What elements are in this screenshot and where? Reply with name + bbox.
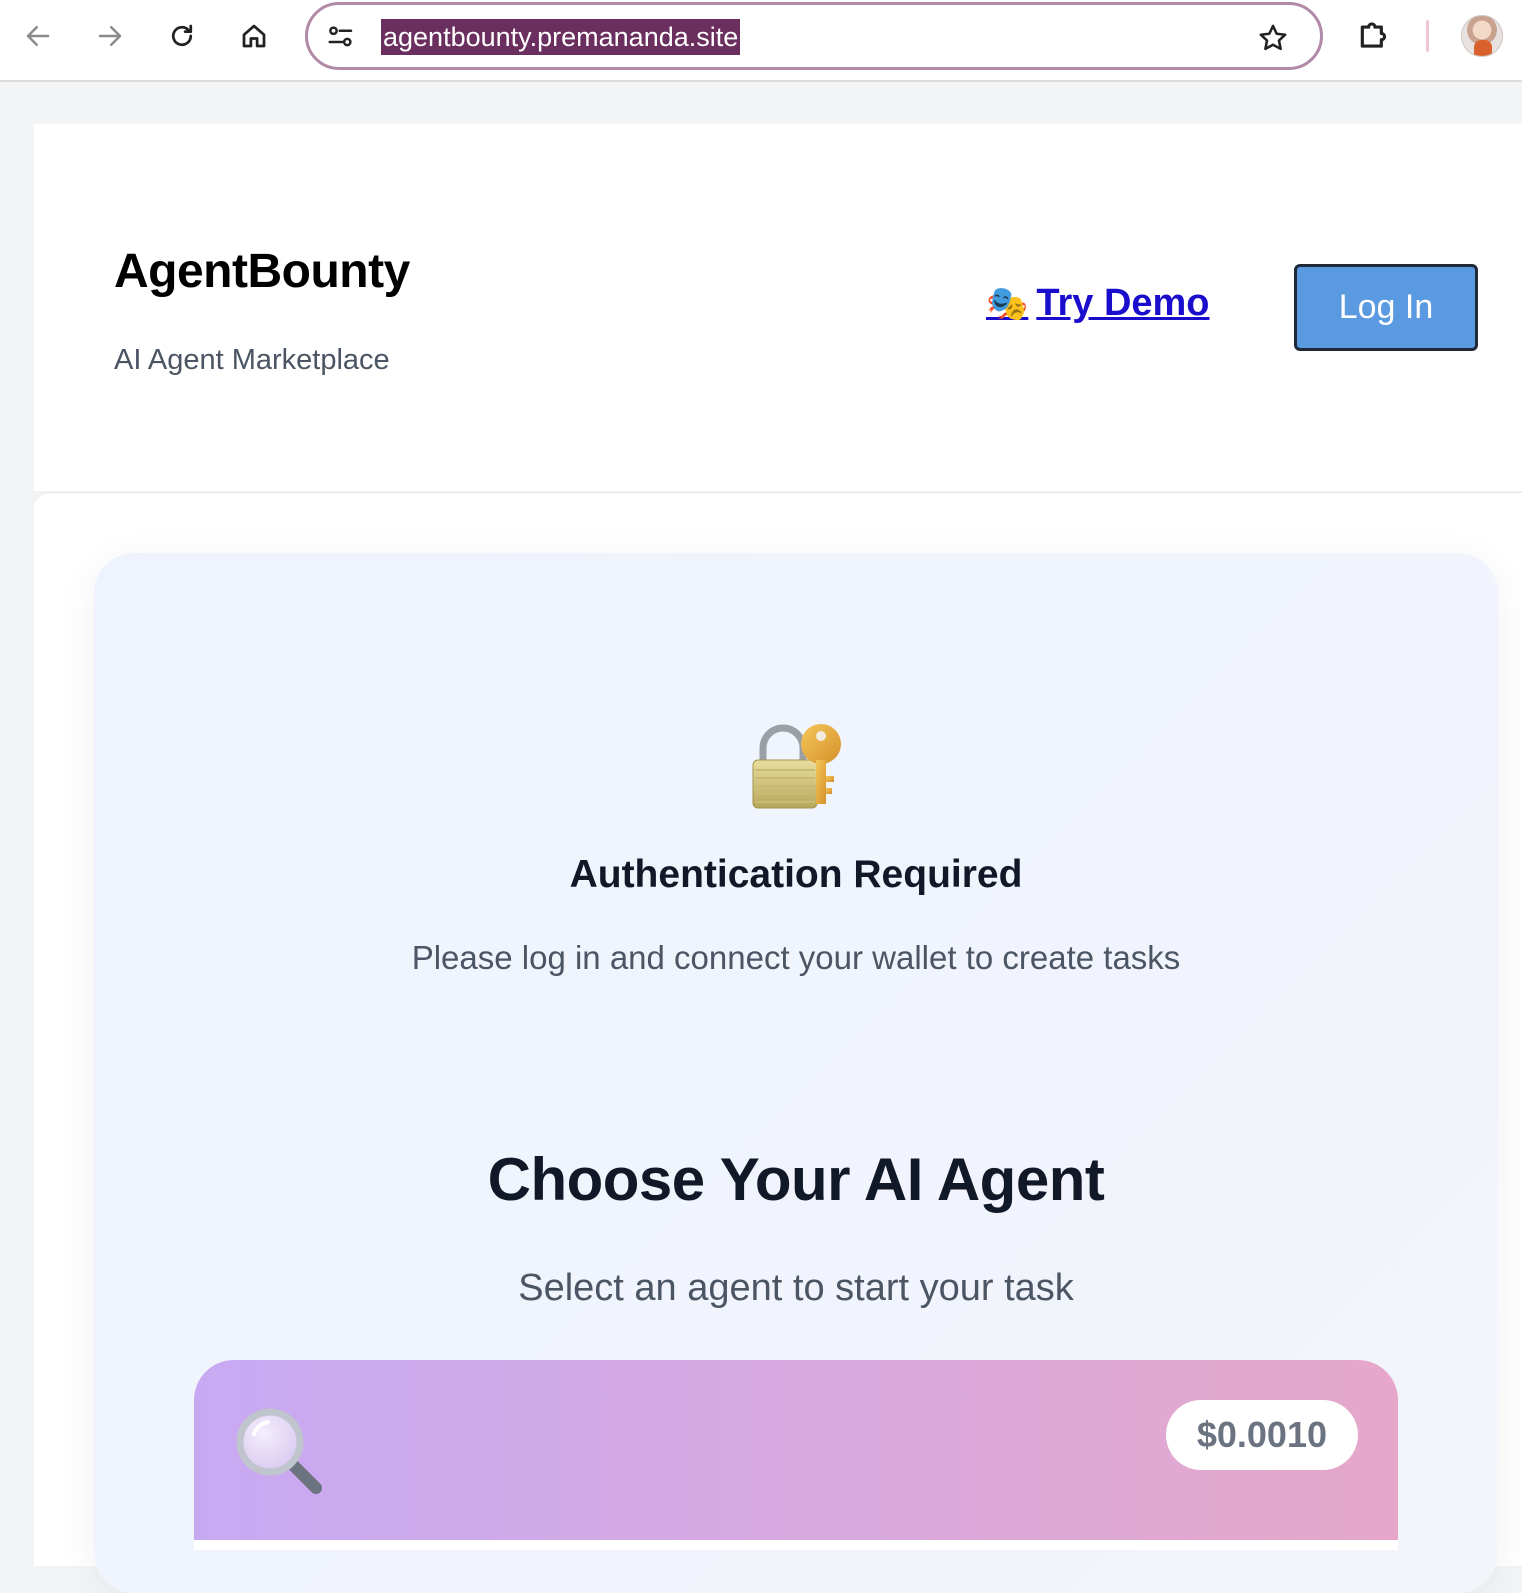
agents-subtitle: Select an agent to start your task xyxy=(518,1267,1074,1309)
reload-icon xyxy=(171,24,193,47)
magnifier-icon xyxy=(236,1408,322,1494)
price-badge: $0.0010 xyxy=(1165,1400,1358,1470)
url-text[interactable]: agentbounty.premananda.site xyxy=(381,19,741,55)
forward-button[interactable] xyxy=(88,14,132,58)
login-button[interactable]: Log In xyxy=(1294,264,1478,351)
agent-card[interactable]: $0.0010 xyxy=(194,1360,1398,1550)
address-bar[interactable]: agentbounty.premananda.site xyxy=(305,2,1323,70)
reload-button[interactable] xyxy=(160,14,204,58)
home-icon xyxy=(242,24,266,48)
site-header: AgentBounty AI Agent Marketplace 🎭 Try D… xyxy=(34,124,1522,491)
extensions-puzzle-icon[interactable] xyxy=(1356,16,1394,54)
theater-masks-icon: 🎭 xyxy=(986,284,1029,323)
back-arrow-icon xyxy=(26,26,50,46)
brand-title: AgentBounty xyxy=(114,245,410,298)
auth-message: Please log in and connect your wallet to… xyxy=(411,939,1181,976)
try-demo-label: Try Demo xyxy=(1036,282,1210,324)
toolbar-divider xyxy=(1426,20,1429,52)
agents-title: Choose Your AI Agent xyxy=(487,1146,1105,1213)
main-content: Authentication Required Please log in an… xyxy=(34,492,1522,1593)
profile-avatar[interactable] xyxy=(1461,15,1503,57)
back-button[interactable] xyxy=(16,14,60,58)
brand-subtitle: AI Agent Marketplace xyxy=(114,344,390,376)
browser-toolbar: agentbounty.premananda.site xyxy=(0,0,1522,82)
try-demo-link[interactable]: 🎭 Try Demo xyxy=(986,282,1210,325)
home-button[interactable] xyxy=(232,14,276,58)
bookmark-star-icon[interactable] xyxy=(1256,21,1290,55)
lock-with-key-icon xyxy=(752,724,841,809)
forward-arrow-icon xyxy=(98,26,122,46)
site-settings-icon[interactable] xyxy=(326,22,356,52)
auth-title: Authentication Required xyxy=(569,853,1023,896)
card-body-edge xyxy=(194,1540,1398,1550)
content-panel: Authentication Required Please log in an… xyxy=(94,553,1498,1593)
